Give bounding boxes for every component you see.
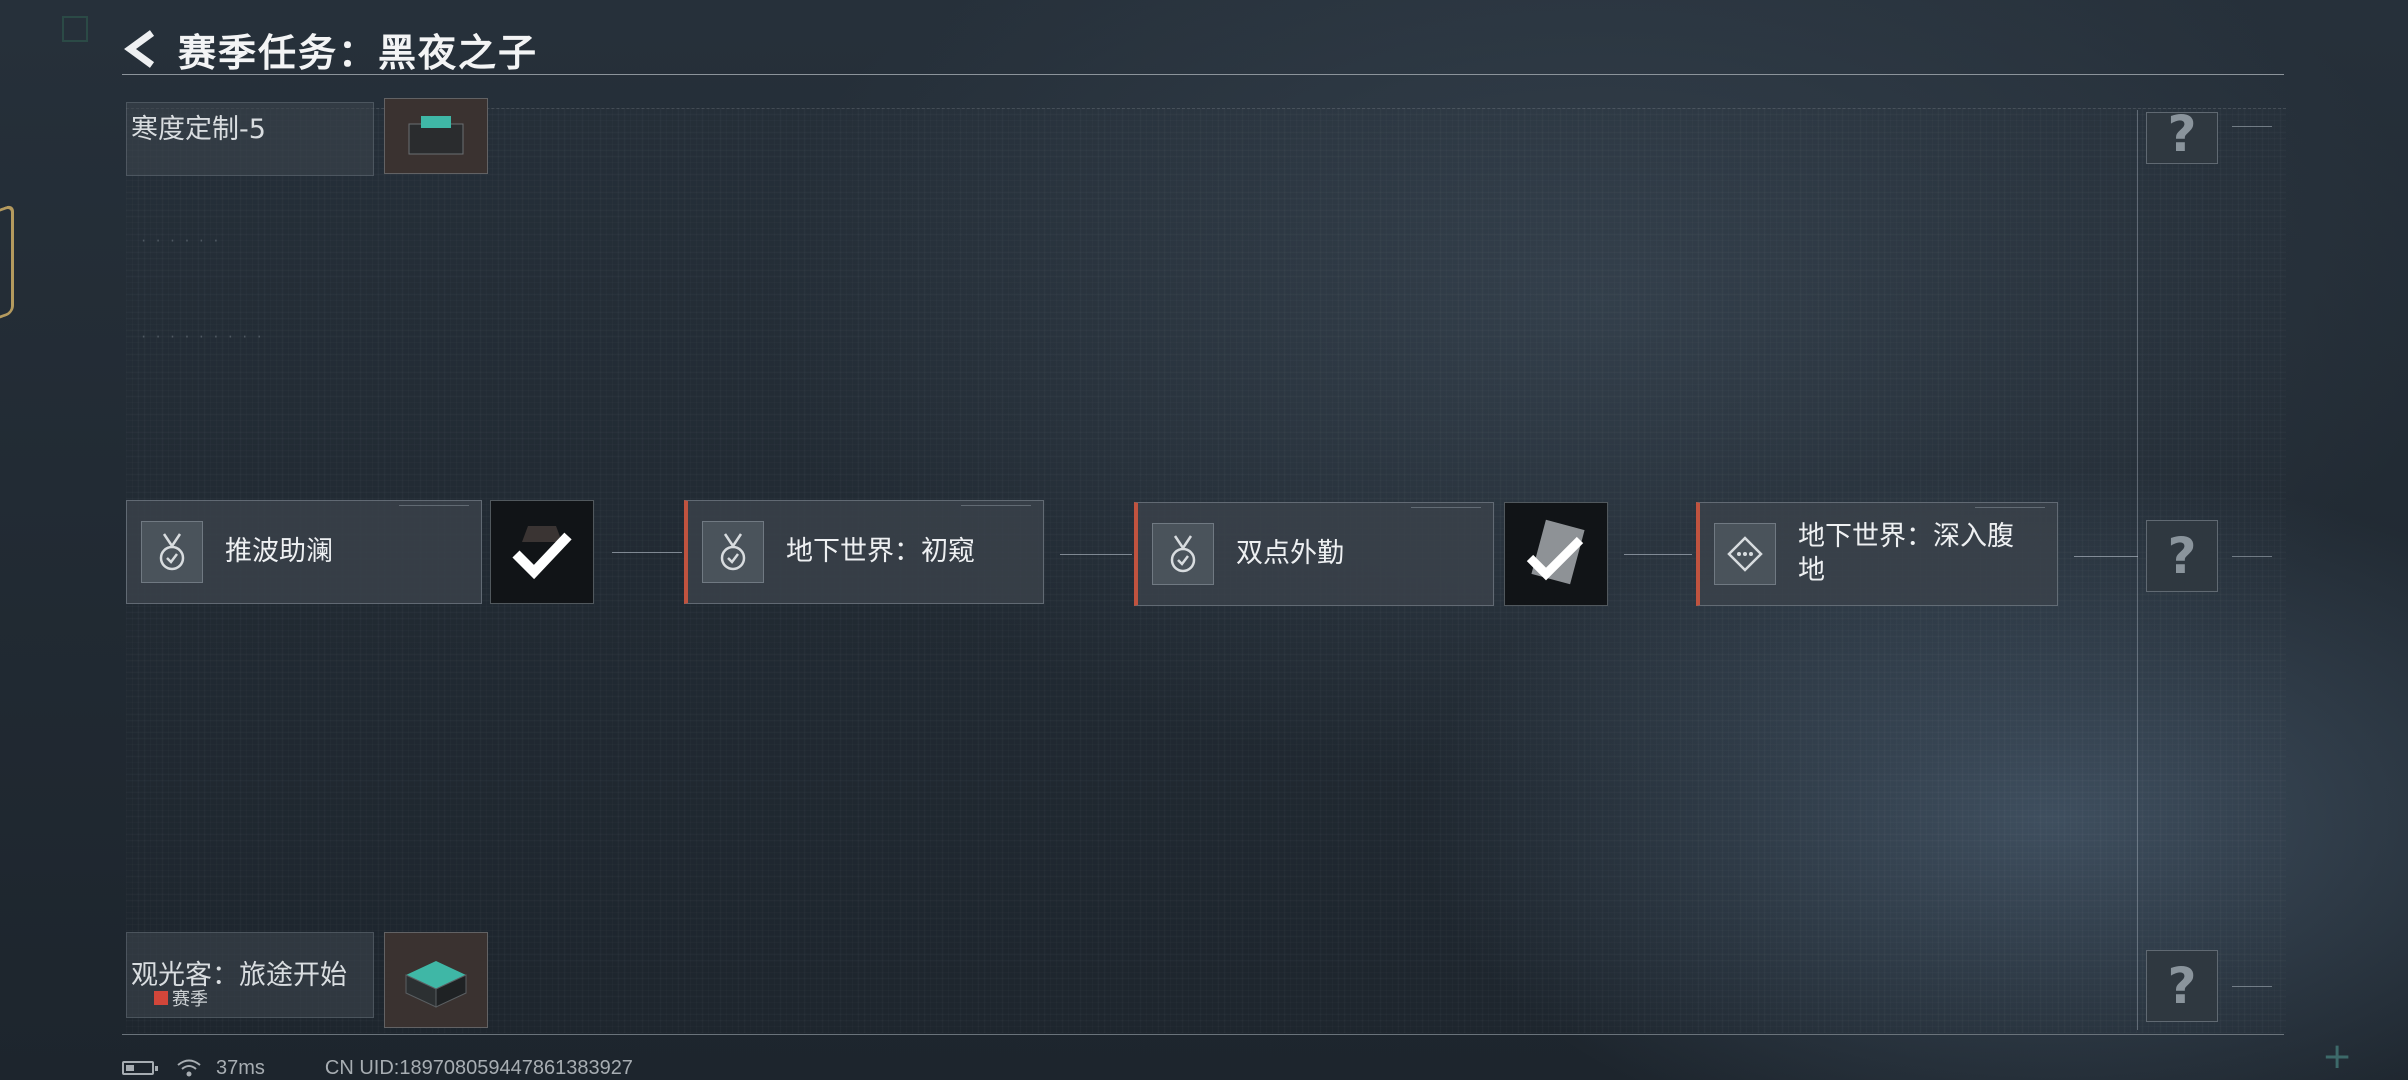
locked-column-line bbox=[2137, 110, 2138, 1030]
page-title: 赛季任务：黑夜之子 bbox=[178, 30, 539, 75]
season-tag-label: 赛季 bbox=[172, 989, 208, 1010]
checkmark-reward-icon bbox=[512, 526, 572, 580]
quest-node-label: 推波助澜 bbox=[225, 536, 333, 567]
quest-node-label: 地下世界：初窥 bbox=[786, 536, 975, 567]
bg-decor-text: · · · · · · bbox=[140, 234, 220, 248]
season-tag: 赛季 bbox=[154, 985, 208, 1011]
chest-icon bbox=[405, 961, 467, 1008]
battery-icon bbox=[122, 1061, 158, 1075]
hex-badge-icon[interactable] bbox=[0, 203, 14, 327]
quest-node[interactable]: 推波助澜 bbox=[126, 500, 482, 604]
locked-quest-node[interactable]: ? bbox=[2146, 950, 2218, 1022]
quest-node-label: 地下世界：深入腹地 bbox=[1798, 521, 2014, 586]
season-dot-icon bbox=[154, 991, 168, 1005]
back-button[interactable] bbox=[122, 27, 166, 71]
chest-icon bbox=[408, 116, 464, 155]
locked-quest-node[interactable]: ? bbox=[2146, 112, 2218, 164]
diamond-dots-icon bbox=[1714, 523, 1776, 585]
locked-tick bbox=[2232, 556, 2272, 557]
node-deco bbox=[1975, 507, 2045, 511]
path-connector bbox=[1060, 554, 1132, 555]
bg-decor-text: · · · · · · · · · bbox=[140, 330, 263, 344]
check-card-reward-icon bbox=[1526, 519, 1585, 585]
ping-value: 37ms bbox=[216, 1056, 265, 1079]
node-deco bbox=[961, 505, 1031, 509]
side-quest-label: 寒度定制-5 bbox=[131, 114, 266, 145]
quest-reward[interactable] bbox=[490, 500, 594, 604]
node-deco bbox=[399, 505, 469, 509]
path-connector bbox=[612, 552, 682, 553]
quest-reward[interactable] bbox=[1504, 502, 1608, 606]
plus-decor-icon: + bbox=[2322, 1036, 2353, 1077]
footer-divider bbox=[122, 1034, 2284, 1035]
page-header: 赛季任务：黑夜之子 bbox=[122, 22, 538, 76]
side-quest-reward-bottom[interactable] bbox=[384, 932, 488, 1028]
corner-frame-icon bbox=[62, 16, 88, 42]
path-connector bbox=[2074, 556, 2138, 557]
quest-node-label: 双点外勤 bbox=[1236, 538, 1344, 569]
quest-node[interactable]: 地下世界：初窥 bbox=[684, 500, 1044, 604]
wifi-icon bbox=[177, 1059, 201, 1077]
side-quest-card-top[interactable]: 寒度定制-5 bbox=[126, 102, 374, 176]
locked-tick bbox=[2232, 986, 2272, 987]
locked-tick bbox=[2232, 126, 2272, 127]
quest-node[interactable]: 地下世界：深入腹地 bbox=[1696, 502, 2058, 606]
medal-check-icon bbox=[141, 521, 203, 583]
header-divider bbox=[122, 74, 2284, 75]
node-deco bbox=[1411, 507, 1481, 511]
medal-check-icon bbox=[1152, 523, 1214, 585]
side-quest-reward-top[interactable] bbox=[384, 98, 488, 174]
user-uid: CN UID:1897080594478613839​27 bbox=[324, 1056, 633, 1079]
path-connector bbox=[1624, 554, 1692, 555]
quest-node[interactable]: 双点外勤 bbox=[1134, 502, 1494, 606]
status-bar: 37ms CN UID:1897080594478613839​27 bbox=[122, 1056, 633, 1080]
locked-quest-node[interactable]: ? bbox=[2146, 520, 2218, 592]
medal-check-icon bbox=[702, 521, 764, 583]
back-arrow-icon bbox=[124, 30, 155, 68]
